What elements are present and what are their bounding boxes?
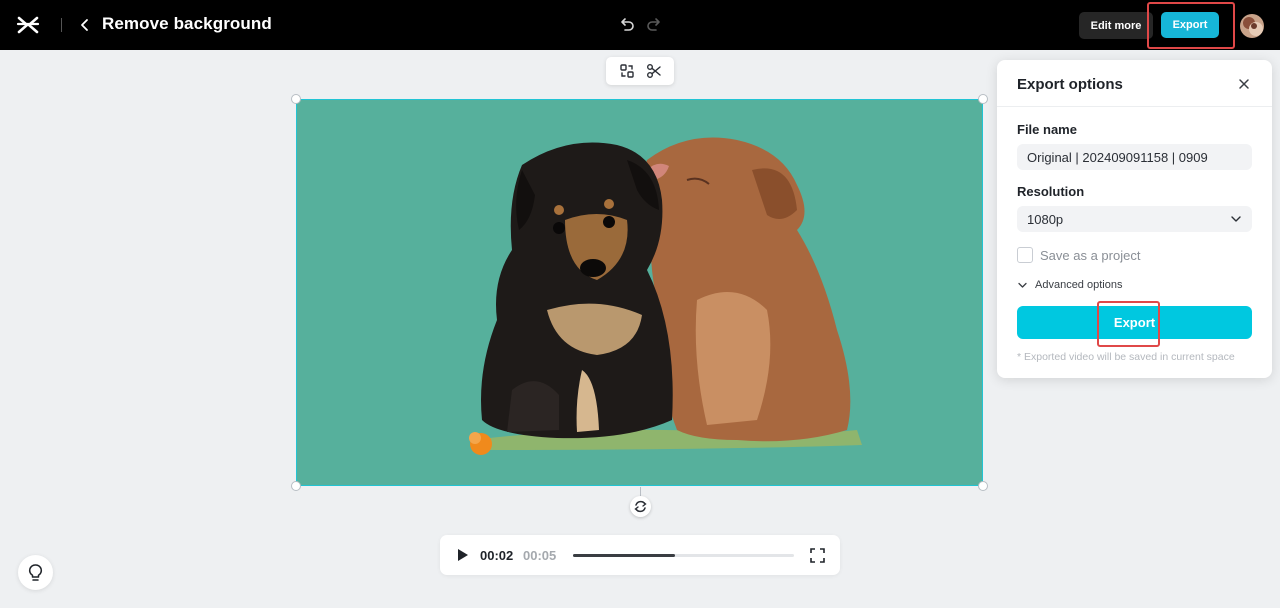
replace-icon[interactable] [619, 63, 635, 79]
undo-icon[interactable] [617, 14, 637, 34]
save-as-project-row[interactable]: Save as a project [1017, 246, 1140, 264]
save-as-project-checkbox[interactable] [1017, 247, 1033, 263]
progress-fill [573, 554, 675, 557]
advanced-options-toggle[interactable]: Advanced options [1017, 279, 1122, 291]
close-icon[interactable] [1236, 76, 1252, 92]
resize-handle-bottom-right[interactable] [978, 481, 988, 491]
resolution-select[interactable]: 1080p [1017, 206, 1252, 232]
advanced-options-label: Advanced options [1035, 279, 1123, 291]
file-name-input[interactable]: Original | 202409091158 | 0909 [1017, 144, 1252, 170]
puppies-image [469, 137, 862, 455]
resolution-label: Resolution [1017, 184, 1085, 199]
redo-icon[interactable] [644, 14, 664, 34]
current-time: 00:02 [480, 548, 514, 563]
panel-divider [997, 106, 1272, 107]
resize-handle-top-left[interactable] [291, 94, 301, 104]
avatar[interactable] [1240, 14, 1264, 38]
rotate-icon [634, 500, 647, 513]
video-canvas[interactable] [296, 99, 983, 486]
resize-handle-bottom-left[interactable] [291, 481, 301, 491]
export-button-top[interactable]: Export [1161, 12, 1219, 38]
file-name-label: File name [1017, 122, 1077, 137]
fullscreen-icon[interactable] [810, 548, 825, 563]
play-icon[interactable] [456, 548, 470, 562]
export-button[interactable]: Export [1017, 306, 1252, 339]
rotate-button[interactable] [630, 496, 651, 517]
total-time: 00:05 [523, 548, 557, 563]
canvas-toolbar [606, 57, 674, 85]
divider [61, 18, 62, 32]
chevron-down-icon [1231, 216, 1241, 222]
save-as-project-label: Save as a project [1040, 247, 1141, 263]
page-title: Remove background [102, 14, 272, 33]
file-name-value: Original | 202409091158 | 0909 [1027, 149, 1208, 165]
chevron-down-icon [1018, 282, 1027, 288]
panel-title: Export options [1017, 76, 1123, 93]
scissors-icon[interactable] [646, 63, 662, 79]
edit-more-button[interactable]: Edit more [1079, 12, 1153, 39]
export-options-panel: Export options File name Original | 2024… [997, 60, 1272, 378]
capcut-logo-icon[interactable] [16, 13, 40, 37]
progress-bar[interactable] [573, 554, 794, 557]
playback-bar: 00:02 00:05 [440, 535, 840, 575]
back-chevron-icon[interactable] [76, 15, 94, 35]
top-bar: Remove background Edit more Export [0, 0, 1280, 50]
help-button[interactable] [18, 555, 53, 590]
resolution-value: 1080p [1027, 211, 1064, 227]
resize-handle-top-right[interactable] [978, 94, 988, 104]
export-note: * Exported video will be saved in curren… [1017, 351, 1235, 363]
lightbulb-icon [28, 564, 43, 581]
